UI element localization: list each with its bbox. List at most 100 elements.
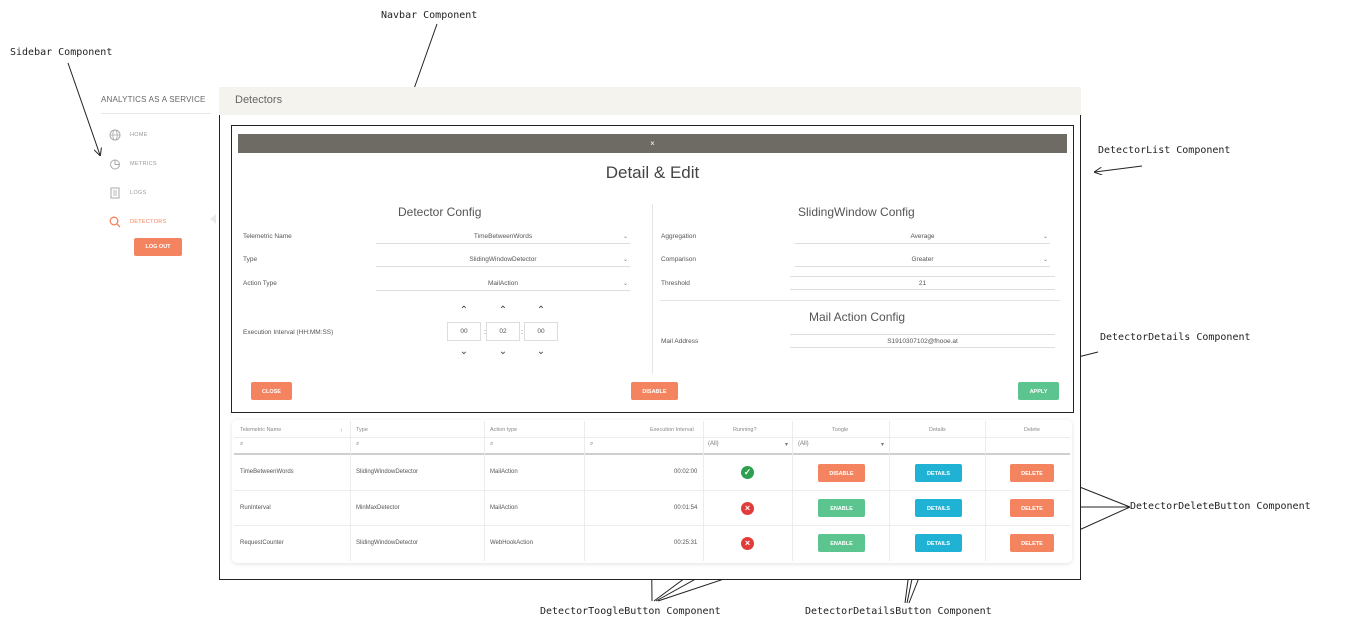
- execution-interval-label: Execution Interval (HH:MM:SS): [243, 329, 334, 336]
- chevron-down-icon: ⌄: [1042, 257, 1048, 263]
- disable-button[interactable]: DISABLE: [631, 382, 678, 400]
- annotation-sidebar-label: Sidebar Component: [10, 47, 113, 58]
- chevron-up-icon[interactable]: ⌃: [537, 306, 545, 316]
- aggregation-select[interactable]: Average ⌄: [795, 230, 1050, 244]
- sidebar-item-label: HOME: [130, 131, 148, 138]
- type-value: SlidingWindowDetector: [469, 256, 537, 263]
- row-3-delete-button[interactable]: DELETE: [1010, 534, 1054, 552]
- modal-close-bar[interactable]: ×: [238, 134, 1067, 153]
- minutes-stepper[interactable]: ⌃ 02 ⌄: [486, 306, 520, 357]
- sidebar-item-logs[interactable]: LOGS: [108, 186, 146, 199]
- row-2-interval: 00:01:54: [674, 505, 698, 511]
- row-2-telemetric-name: RunInterval: [240, 505, 271, 511]
- sidebar-item-detectors[interactable]: DETECTORS: [108, 215, 167, 228]
- col-divider: [350, 421, 351, 561]
- telemetric-name-label: Telemetric Name: [243, 233, 292, 240]
- column-header-running[interactable]: Running?: [733, 427, 757, 433]
- seconds-stepper[interactable]: ⌃ 00 ⌄: [524, 306, 558, 357]
- row-divider: [234, 490, 1070, 491]
- apply-button[interactable]: APPLY: [1018, 382, 1059, 400]
- column-header-type[interactable]: Type: [356, 427, 368, 433]
- row-3-toggle-button[interactable]: ENABLE: [818, 534, 865, 552]
- row-1-action-type: MailAction: [490, 469, 518, 475]
- search-icon[interactable]: ⌕: [490, 441, 493, 448]
- hours-input[interactable]: 00: [447, 322, 481, 341]
- column-header-telemetric-name[interactable]: Telemetric Name: [240, 427, 281, 433]
- search-icon[interactable]: ⌕: [356, 441, 359, 448]
- modal-title: Detail & Edit: [605, 163, 700, 182]
- toogle-filter[interactable]: (All) ▾: [798, 441, 884, 448]
- mail-address-label: Mail Address: [661, 338, 699, 345]
- annotation-deletebutton-label: DetectorDeleteButton Component: [1130, 501, 1311, 512]
- row-2-details-button[interactable]: DETAILS: [915, 499, 962, 517]
- chevron-down-icon: ⌄: [622, 234, 628, 240]
- row-divider: [234, 525, 1070, 526]
- chevron-up-icon[interactable]: ⌃: [499, 306, 507, 316]
- col-divider: [703, 421, 704, 561]
- sidebar-divider: [101, 113, 211, 114]
- row-1-delete-button[interactable]: DELETE: [1010, 464, 1054, 482]
- search-icon[interactable]: ⌕: [240, 441, 243, 448]
- col-divider: [584, 421, 585, 561]
- type-select[interactable]: SlidingWindowDetector ⌄: [376, 253, 630, 267]
- mail-config-title: Mail Action Config: [809, 310, 906, 324]
- row-3-type: SlidingWindowDetector: [356, 540, 419, 546]
- search-icon[interactable]: ⌕: [590, 441, 593, 448]
- close-button[interactable]: CLOSE: [251, 382, 292, 400]
- sort-icon[interactable]: ↓: [340, 427, 343, 433]
- running-filter[interactable]: (All) ▾: [708, 441, 788, 448]
- mail-config-divider: [660, 300, 1060, 301]
- column-header-toogle[interactable]: Toogle: [832, 427, 848, 433]
- chevron-up-icon[interactable]: ⌃: [460, 306, 468, 316]
- row-1-telemetric-name: TimeBetweenWords: [240, 469, 294, 475]
- type-label: Type: [243, 256, 258, 263]
- column-header-details[interactable]: Details: [929, 427, 946, 433]
- hours-stepper[interactable]: ⌃ 00 ⌄: [447, 306, 481, 357]
- caret-down-icon: ▾: [880, 442, 884, 448]
- column-header-delete[interactable]: Delete: [1024, 427, 1040, 433]
- chevron-down-icon[interactable]: ⌄: [537, 347, 545, 357]
- logout-button[interactable]: LOG OUT: [134, 238, 182, 256]
- row-3-details-button[interactable]: DETAILS: [915, 534, 962, 552]
- sidebar-item-metrics[interactable]: METRICS: [108, 157, 157, 170]
- pie-chart-icon: [108, 157, 121, 170]
- column-header-execution-interval[interactable]: Execution Interval: [650, 427, 694, 433]
- sidebar-item-home[interactable]: HOME: [108, 128, 148, 141]
- navbar-title: Detectors: [235, 94, 283, 106]
- error-icon: ×: [741, 537, 754, 550]
- sidebar-item-label: LOGS: [130, 189, 147, 196]
- comparison-select[interactable]: Greater ⌄: [795, 253, 1050, 267]
- row-1-toggle-button[interactable]: DISABLE: [818, 464, 865, 482]
- threshold-label: Threshold: [661, 280, 690, 287]
- aggregation-value: Average: [910, 233, 935, 240]
- detector-config-title: Detector Config: [398, 205, 482, 219]
- col-divider: [484, 421, 485, 561]
- document-icon: [108, 186, 121, 199]
- action-type-select[interactable]: MailAction ⌄: [376, 277, 630, 291]
- row-3-action-type: WebHookAction: [490, 540, 533, 546]
- chevron-down-icon[interactable]: ⌄: [460, 347, 468, 357]
- comparison-label: Comparison: [661, 256, 697, 263]
- grid-header-divider: [234, 437, 1070, 438]
- config-divider: [652, 204, 653, 374]
- telemetric-name-select[interactable]: TimeBetweenWords ⌄: [376, 230, 630, 244]
- col-divider: [985, 421, 986, 561]
- mail-address-input[interactable]: S1910307102@fhooe.at: [790, 334, 1055, 348]
- annotation-detectordetails-label: DetectorDetails Component: [1100, 332, 1251, 343]
- row-2-delete-button[interactable]: DELETE: [1010, 499, 1054, 517]
- minutes-input[interactable]: 02: [486, 322, 520, 341]
- row-2-toggle-button[interactable]: ENABLE: [818, 499, 865, 517]
- chevron-down-icon: ⌄: [622, 257, 628, 263]
- globe-icon: [108, 128, 121, 141]
- row-2-action-type: MailAction: [490, 505, 518, 511]
- grid-filter-divider: [234, 453, 1070, 455]
- row-1-details-button[interactable]: DETAILS: [915, 464, 962, 482]
- action-type-label: Action Type: [243, 280, 277, 287]
- row-1-interval: 00:02:00: [674, 469, 698, 475]
- chevron-down-icon: ⌄: [622, 281, 628, 287]
- seconds-input[interactable]: 00: [524, 322, 558, 341]
- chevron-down-icon[interactable]: ⌄: [499, 347, 507, 357]
- column-header-action-type[interactable]: Action type: [490, 427, 517, 433]
- comparison-value: Greater: [911, 256, 934, 263]
- threshold-input[interactable]: 21: [790, 276, 1055, 290]
